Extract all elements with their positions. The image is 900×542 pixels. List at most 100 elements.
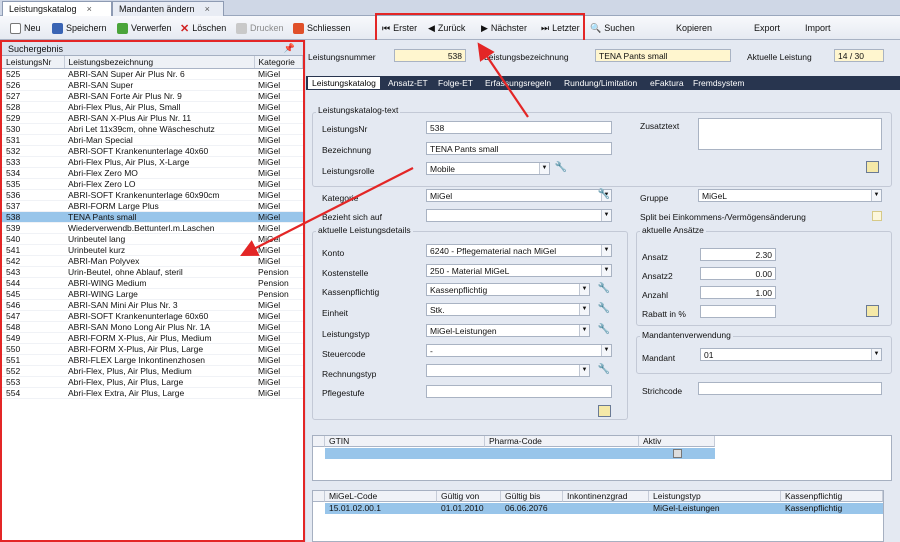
anzahl-field[interactable]: 1.00: [700, 286, 776, 299]
table-row[interactable]: 526 ABRI-SAN Super MiGel: [2, 79, 303, 91]
wrench-icon[interactable]: 🔧: [597, 363, 611, 377]
subtab-rundung[interactable]: Rundung/Limitation: [560, 77, 641, 89]
tab-leistungskatalog[interactable]: Leistungskatalog ×: [2, 1, 112, 16]
wrench-icon[interactable]: 🔧: [554, 161, 568, 175]
col-header-nr[interactable]: LeistungsNr: [2, 56, 65, 69]
table-row[interactable]: 532 ABRI-SOFT Krankenunterlage 40x60 MiGel: [2, 145, 303, 157]
table-row[interactable]: 543 Urin-Beutel, ohne Ablauf, steril Pensi…: [2, 266, 303, 278]
table-row[interactable]: 547 ABRI-SOFT Krankenunterlage 60x60 MiGel: [2, 310, 303, 322]
close-button[interactable]: Schliessen: [293, 21, 351, 35]
mandant-combo[interactable]: 01 ▼: [700, 348, 882, 361]
ansatz2-field[interactable]: 0.00: [700, 267, 776, 280]
einheit-combo[interactable]: Stk. ▼: [426, 303, 590, 316]
zusatztext-field[interactable]: [698, 118, 882, 150]
kategorie-combo[interactable]: MiGel ▼: [426, 189, 612, 202]
wrench-icon[interactable]: 🔧: [597, 188, 611, 202]
copy-button[interactable]: Kopieren: [676, 21, 712, 35]
dropdown-icon[interactable]: ▼: [601, 345, 611, 356]
table-row[interactable]: 533 Abri-Flex Plus, Air Plus, X-Large MiGe…: [2, 156, 303, 168]
subtab-efaktura[interactable]: eFaktura: [646, 77, 688, 89]
table-row[interactable]: 530 Abri Let 11x39cm, ohne Wäscheschutz Mi…: [2, 123, 303, 135]
rabatt-field[interactable]: [700, 305, 776, 318]
table-row[interactable]: 545 ABRI-WING Large Pension: [2, 288, 303, 300]
col-header-migel-code[interactable]: MiGeL-Code: [325, 491, 437, 502]
header-nr-field[interactable]: 538: [394, 49, 466, 62]
dropdown-icon[interactable]: ▼: [579, 325, 589, 336]
table-row[interactable]: 546 ABRI-SAN Mini Air Plus Nr. 3 MiGel: [2, 299, 303, 311]
calculator-icon[interactable]: [598, 405, 611, 417]
table-row[interactable]: 544 ABRI-WING Medium Pension: [2, 277, 303, 289]
table-row[interactable]: 538 TENA Pants small MiGel: [2, 211, 303, 223]
discard-button[interactable]: Verwerfen: [117, 21, 172, 35]
table-row[interactable]: 534 Abri-Flex Zero MO MiGel: [2, 167, 303, 179]
col-header-pharma[interactable]: Pharma-Code: [485, 436, 639, 447]
tab-mandanten-aendern[interactable]: Mandanten ändern ×: [112, 1, 224, 16]
col-header-aktiv[interactable]: Aktiv: [639, 436, 715, 447]
col-header-kategorie[interactable]: Kategorie: [254, 56, 303, 69]
export-button[interactable]: Export: [754, 21, 780, 35]
table-row[interactable]: 527 ABRI-SAN Forte Air Plus Nr. 9 MiGel: [2, 90, 303, 102]
col-header-gueltig-von[interactable]: Gültig von: [437, 491, 501, 502]
konto-combo[interactable]: 6240 - Pflegematerial nach MiGel ▼: [426, 244, 612, 257]
table-row[interactable]: 550 ABRI-FORM X-Plus, Air Plus, Large MiGe…: [2, 343, 303, 355]
dropdown-icon[interactable]: ▼: [579, 304, 589, 315]
table-row[interactable]: 539 Wiederverwendb.Bettunterl.m.Laschen Mi…: [2, 222, 303, 234]
new-button[interactable]: Neu: [10, 21, 41, 35]
table-row[interactable]: 525 ABRI-SAN Super Air Plus Nr. 6 MiGel: [2, 68, 303, 80]
table-row[interactable]: 536 ABRI-SOFT Krankenunterlage 60x90cm MiG…: [2, 189, 303, 201]
aktiv-checkbox[interactable]: [673, 449, 682, 458]
subtab-fremdsystem[interactable]: Fremdsystem: [689, 77, 748, 89]
rolle-combo[interactable]: Mobile ▼: [426, 162, 550, 175]
table-row[interactable]: 554 Abri-Flex Extra, Air Plus, Large MiGel: [2, 387, 303, 399]
pin-icon[interactable]: 📌: [284, 43, 295, 54]
subtab-ansatz-et[interactable]: Ansatz-ET: [384, 77, 432, 89]
ansatz-field[interactable]: 2.30: [700, 248, 776, 261]
strichcode-field[interactable]: [698, 382, 882, 395]
dropdown-icon[interactable]: ▼: [539, 163, 549, 174]
subtab-erfassungsregeln[interactable]: Erfassungsregeln: [481, 77, 555, 89]
table-row[interactable]: 553 Abri-Flex, Plus, Air Plus, Large MiGel: [2, 376, 303, 388]
col-header-bezeichnung[interactable]: Leistungsbezeichnung: [64, 56, 255, 69]
table-row[interactable]: 552 Abri-Flex, Plus, Air Plus, Medium MiGe…: [2, 365, 303, 377]
header-bez-field[interactable]: TENA Pants small: [595, 49, 731, 62]
table-row[interactable]: 541 Urinbeutel kurz MiGel: [2, 244, 303, 256]
close-icon[interactable]: ×: [205, 4, 210, 14]
leistungstyp-combo[interactable]: MiGel-Leistungen ▼: [426, 324, 590, 337]
dropdown-icon[interactable]: ▼: [871, 190, 881, 201]
save-button[interactable]: Speichern: [52, 21, 107, 35]
import-button[interactable]: Import: [805, 21, 831, 35]
calculator-icon[interactable]: [866, 305, 879, 317]
table-row[interactable]: 531 Abri-Man Special MiGel: [2, 134, 303, 146]
wrench-icon[interactable]: 🔧: [597, 323, 611, 337]
table-row[interactable]: 528 Abri-Flex Plus, Air Plus, Small MiGel: [2, 101, 303, 113]
search-button[interactable]: 🔍 Suchen: [590, 21, 635, 35]
bezieht-combo[interactable]: ▼: [426, 209, 612, 222]
col-header-gtin[interactable]: GTIN: [325, 436, 485, 447]
calculator-icon[interactable]: [866, 161, 879, 173]
dropdown-icon[interactable]: ▼: [579, 365, 589, 376]
subtab-leistungskatalog[interactable]: Leistungskatalog: [308, 77, 380, 89]
table-row[interactable]: 549 ABRI-FORM X-Plus, Air Plus, Medium MiG…: [2, 332, 303, 344]
table-row[interactable]: 540 Urinbeutel lang MiGel: [2, 233, 303, 245]
dropdown-icon[interactable]: ▼: [601, 265, 611, 276]
gtin-new-row[interactable]: [325, 448, 715, 459]
dropdown-icon[interactable]: ▼: [579, 284, 589, 295]
wrench-icon[interactable]: 🔧: [597, 282, 611, 296]
table-row[interactable]: 535 Abri-Flex Zero LO MiGel: [2, 178, 303, 190]
col-header-kassenpflichtig[interactable]: Kassenpflichtig: [781, 491, 883, 502]
table-row[interactable]: 548 ABRI-SAN Mono Long Air Plus Nr. 1A MiG…: [2, 321, 303, 333]
delete-button[interactable]: ✕ Löschen: [180, 21, 226, 35]
pflegestufe-field[interactable]: [426, 385, 612, 398]
dropdown-icon[interactable]: ▼: [601, 210, 611, 221]
dropdown-icon[interactable]: ▼: [871, 349, 881, 360]
wrench-icon[interactable]: 🔧: [597, 302, 611, 316]
nr-field[interactable]: 538: [426, 121, 612, 134]
bezeichnung-field[interactable]: TENA Pants small: [426, 142, 612, 155]
dropdown-icon[interactable]: ▼: [601, 245, 611, 256]
kassenpflichtig-combo[interactable]: Kassenpflichtig ▼: [426, 283, 590, 296]
steuercode-combo[interactable]: - ▼: [426, 344, 612, 357]
split-checkbox[interactable]: [872, 211, 882, 221]
rechnungstyp-combo[interactable]: ▼: [426, 364, 590, 377]
col-header-leistungstyp[interactable]: Leistungstyp: [649, 491, 781, 502]
print-button[interactable]: Drucken: [236, 21, 284, 35]
